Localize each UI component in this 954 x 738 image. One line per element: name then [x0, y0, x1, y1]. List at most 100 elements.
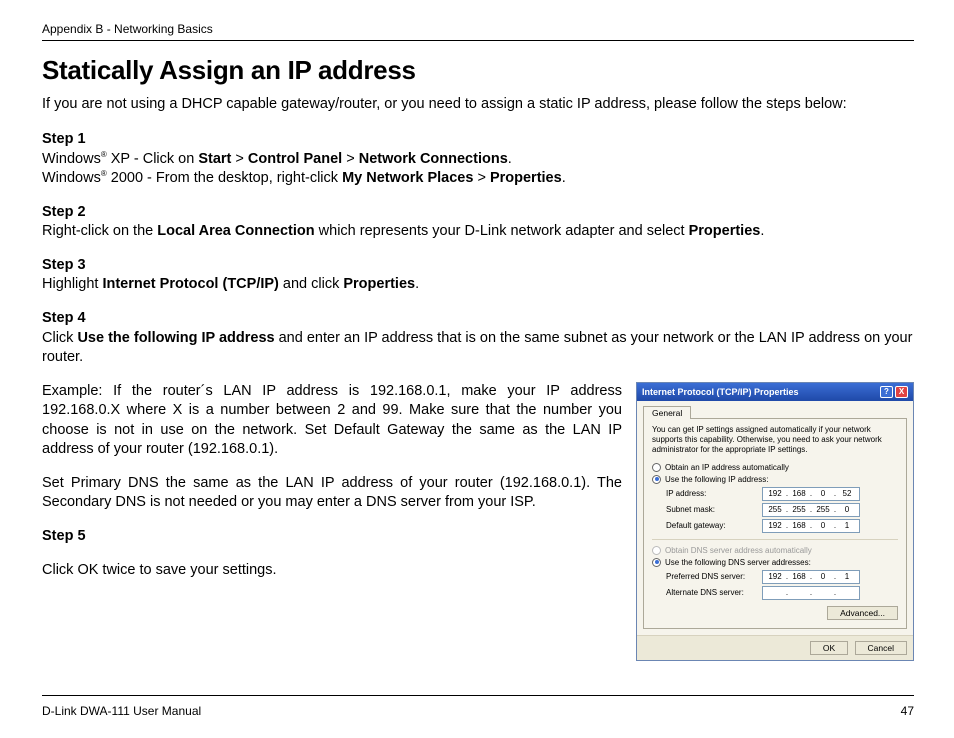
- step3-props: Properties: [343, 276, 415, 292]
- radio-obtain-ip[interactable]: Obtain an IP address automatically: [652, 463, 898, 472]
- example-column: Example: If the router´s LAN IP address …: [42, 382, 622, 595]
- radio-label: Use the following IP address:: [665, 475, 768, 484]
- radio-icon: [652, 546, 661, 555]
- breadcrumb: Appendix B - Networking Basics: [42, 22, 914, 36]
- radio-use-dns[interactable]: Use the following DNS server addresses:: [652, 558, 898, 567]
- sep: >: [473, 170, 490, 186]
- field-ip-address: IP address: 192. 168. 0. 52: [666, 487, 898, 501]
- step2-text: Right-click on the Local Area Connection…: [42, 222, 914, 242]
- step1-2k-props: Properties: [490, 170, 562, 186]
- octet[interactable]: 192: [765, 572, 785, 581]
- step2-head: Step 2: [42, 203, 914, 223]
- octet[interactable]: 255: [813, 505, 833, 514]
- intro-text: If you are not using a DHCP capable gate…: [42, 96, 914, 112]
- octet[interactable]: 192: [765, 489, 785, 498]
- period: .: [508, 151, 512, 167]
- radio-label: Obtain DNS server address automatically: [665, 546, 812, 555]
- octet[interactable]: 52: [837, 489, 857, 498]
- close-icon[interactable]: X: [895, 386, 908, 398]
- page-footer: D-Link DWA-111 User Manual 47: [42, 685, 914, 718]
- help-icon[interactable]: ?: [880, 386, 893, 398]
- label-ip: IP address:: [666, 489, 762, 498]
- radio-icon: [652, 463, 661, 472]
- advanced-button[interactable]: Advanced...: [827, 606, 898, 620]
- dialog-separator: [652, 539, 898, 540]
- octet[interactable]: 0: [813, 489, 833, 498]
- octet[interactable]: 192: [765, 521, 785, 530]
- step3-tcpip: Internet Protocol (TCP/IP): [102, 276, 278, 292]
- step1-xp-os: XP - Click on: [107, 151, 199, 167]
- octet[interactable]: 0: [813, 572, 833, 581]
- step2-lac: Local Area Connection: [157, 223, 314, 239]
- tab-general[interactable]: General: [643, 406, 691, 419]
- octet[interactable]: 255: [789, 505, 809, 514]
- step4-head: Step 4: [42, 309, 914, 329]
- step1-xp-nc: Network Connections: [359, 151, 508, 167]
- label-gateway: Default gateway:: [666, 521, 762, 530]
- preferred-dns-input[interactable]: 192. 168. 0. 1: [762, 570, 860, 584]
- label-adns: Alternate DNS server:: [666, 588, 762, 597]
- step4-text: Click Use the following IP address and e…: [42, 329, 914, 368]
- step1-2k-mnp: My Network Places: [342, 170, 473, 186]
- step4-useip: Use the following IP address: [77, 330, 274, 346]
- dialog-title-text: Internet Protocol (TCP/IP) Properties: [642, 387, 799, 397]
- alternate-dns-input[interactable]: . . .: [762, 586, 860, 600]
- dialog-titlebar[interactable]: Internet Protocol (TCP/IP) Properties ? …: [637, 383, 913, 401]
- page-title: Statically Assign an IP address: [42, 55, 914, 86]
- step2-props: Properties: [689, 223, 761, 239]
- footer-rule: [42, 695, 914, 696]
- radio-icon: [652, 558, 661, 567]
- t: Click: [42, 330, 77, 346]
- period: .: [760, 223, 764, 239]
- sep: >: [342, 151, 359, 167]
- dialog-panel: You can get IP settings assigned automat…: [643, 418, 907, 629]
- octet[interactable]: 0: [813, 521, 833, 530]
- ip-address-input[interactable]: 192. 168. 0. 52: [762, 487, 860, 501]
- t: which represents your D-Link network ada…: [315, 223, 689, 239]
- t: Highlight: [42, 276, 102, 292]
- t: and click: [279, 276, 343, 292]
- label-pdns: Preferred DNS server:: [666, 572, 762, 581]
- sep: >: [231, 151, 248, 167]
- step1-2000: Windows® 2000 - From the desktop, right-…: [42, 169, 914, 189]
- step1-xp-cp: Control Panel: [248, 151, 342, 167]
- t: Right-click on the: [42, 223, 157, 239]
- step5-text: Click OK twice to save your settings.: [42, 561, 622, 581]
- step1-2k-win: Windows: [42, 170, 101, 186]
- octet[interactable]: 168: [789, 572, 809, 581]
- step5-head: Step 5: [42, 527, 622, 547]
- radio-label: Obtain an IP address automatically: [665, 463, 789, 472]
- example2-text: Set Primary DNS the same as the LAN IP a…: [42, 474, 622, 513]
- label-subnet: Subnet mask:: [666, 505, 762, 514]
- step1-head: Step 1: [42, 130, 914, 150]
- field-subnet: Subnet mask: 255. 255. 255. 0: [666, 503, 898, 517]
- footer-left: D-Link DWA-111 User Manual: [42, 704, 201, 718]
- header-rule: [42, 40, 914, 41]
- octet[interactable]: 0: [837, 505, 857, 514]
- radio-obtain-dns: Obtain DNS server address automatically: [652, 546, 898, 555]
- step1-xp: Windows® XP - Click on Start > Control P…: [42, 150, 914, 170]
- cancel-button[interactable]: Cancel: [855, 641, 907, 655]
- content-body: Step 1 Windows® XP - Click on Start > Co…: [42, 130, 914, 661]
- octet[interactable]: 1: [837, 572, 857, 581]
- step1-xp-win: Windows: [42, 151, 101, 167]
- step3-head: Step 3: [42, 256, 914, 276]
- subnet-mask-input[interactable]: 255. 255. 255. 0: [762, 503, 860, 517]
- ok-button[interactable]: OK: [810, 641, 848, 655]
- field-gateway: Default gateway: 192. 168. 0. 1: [666, 519, 898, 533]
- octet[interactable]: 255: [765, 505, 785, 514]
- tcpip-properties-dialog: Internet Protocol (TCP/IP) Properties ? …: [636, 382, 914, 661]
- dialog-footer: OK Cancel: [637, 635, 913, 660]
- radio-label: Use the following DNS server addresses:: [665, 558, 811, 567]
- step3-text: Highlight Internet Protocol (TCP/IP) and…: [42, 275, 914, 295]
- step1-xp-start: Start: [198, 151, 231, 167]
- gateway-input[interactable]: 192. 168. 0. 1: [762, 519, 860, 533]
- period: .: [562, 170, 566, 186]
- period: .: [415, 276, 419, 292]
- octet[interactable]: 168: [789, 521, 809, 530]
- octet[interactable]: 168: [789, 489, 809, 498]
- step1-2k-os: 2000 - From the desktop, right-click: [107, 170, 342, 186]
- radio-use-ip[interactable]: Use the following IP address:: [652, 475, 898, 484]
- octet[interactable]: 1: [837, 521, 857, 530]
- page-number: 47: [901, 704, 914, 718]
